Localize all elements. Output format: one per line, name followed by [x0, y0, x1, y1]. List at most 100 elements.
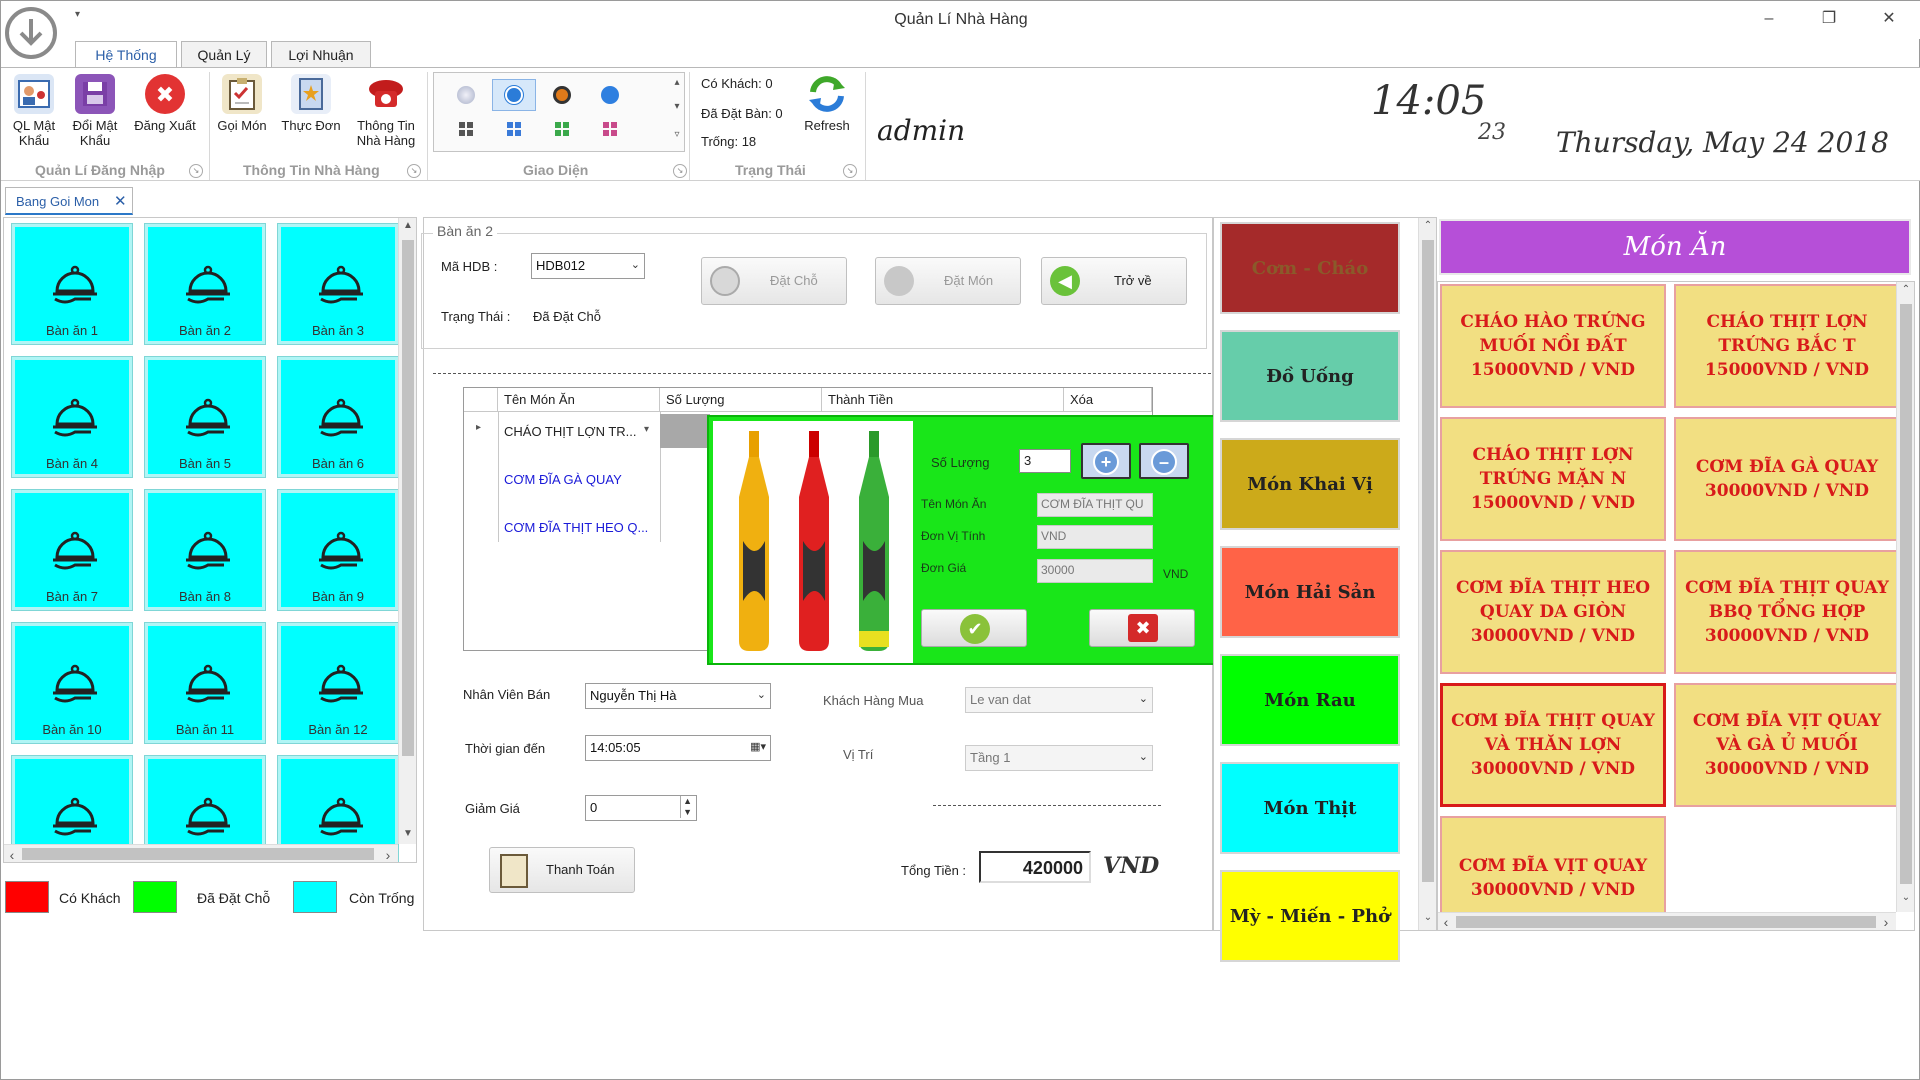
- table-tile[interactable]: Bàn ăn 5: [144, 356, 266, 478]
- group-expand-icon[interactable]: ↘: [843, 164, 857, 178]
- doc-tab-bang-goi-mon[interactable]: Bang Goi Mon ✕: [5, 187, 133, 215]
- scroll-down-icon[interactable]: ⌄: [1421, 912, 1435, 923]
- thong-tin-nha-hang-button[interactable]: Thông Tin Nhà Hàng: [351, 72, 421, 154]
- category-button[interactable]: Mỳ - Miến - Phở: [1220, 870, 1400, 962]
- category-button[interactable]: Món Rau: [1220, 654, 1400, 746]
- scroll-right-icon[interactable]: ›: [382, 847, 394, 862]
- ma-hdb-select[interactable]: HDB012 ⌄: [531, 253, 645, 279]
- so-luong-input[interactable]: 3: [1019, 449, 1071, 473]
- tables-horizontal-scrollbar[interactable]: ‹ ›: [4, 844, 398, 862]
- quick-access-dropdown-icon[interactable]: ▾: [75, 9, 80, 20]
- dish-card[interactable]: CHÁO THỊT LỢN TRỨNG BẮC T 15000VND / VND: [1674, 284, 1900, 408]
- scrollbar-thumb[interactable]: [1456, 916, 1876, 928]
- category-button[interactable]: Món Hải Sản: [1220, 546, 1400, 638]
- thuc-don-button[interactable]: Thực Đơn: [275, 72, 347, 154]
- table-tile[interactable]: Bàn ăn 9: [277, 489, 399, 611]
- column-header-thanh-tien[interactable]: Thành Tiền: [822, 388, 1064, 412]
- category-scrollbar[interactable]: ⌃ ⌄: [1418, 218, 1436, 930]
- theme-option-1[interactable]: [444, 79, 488, 111]
- tab-he-thong[interactable]: Hệ Thống: [75, 41, 177, 69]
- dang-xuat-button[interactable]: ✖ Đăng Xuất: [129, 72, 201, 154]
- scrollbar-thumb[interactable]: [402, 240, 414, 756]
- nhan-vien-select[interactable]: Nguyễn Thị Hà ⌄: [585, 683, 771, 709]
- vi-tri-select[interactable]: Tầng 1 ⌄: [965, 745, 1153, 771]
- tab-quan-ly[interactable]: Quản Lý: [181, 41, 267, 68]
- dish-card[interactable]: CƠM ĐĨA THỊT QUAY VÀ THĂN LỢN 30000VND / V…: [1440, 683, 1666, 807]
- grid-cell-selected[interactable]: [660, 414, 710, 448]
- table-tile[interactable]: Bàn ăn 8: [144, 489, 266, 611]
- category-button[interactable]: Món Khai Vị: [1220, 438, 1400, 530]
- table-tile[interactable]: Bàn ăn 1: [11, 223, 133, 345]
- scroll-down-icon[interactable]: ⌄: [1899, 892, 1913, 903]
- don-vi-field[interactable]: VND: [1037, 525, 1153, 549]
- scrollbar-thumb[interactable]: [22, 848, 374, 860]
- scroll-up-icon[interactable]: ⌃: [1421, 220, 1435, 231]
- grid-cell-name[interactable]: CHÁO THỊT LỢN TR...: [504, 424, 637, 439]
- goi-mon-button[interactable]: Gọi Món: [213, 72, 271, 154]
- table-tile[interactable]: Bàn ăn 11: [144, 622, 266, 744]
- menu-horizontal-scrollbar[interactable]: ‹ ›: [1438, 912, 1896, 930]
- refresh-button[interactable]: Refresh: [797, 72, 857, 154]
- dish-card[interactable]: CƠM ĐĨA VỊT QUAY VÀ GÀ Ủ MUỐI 30000VND / V…: [1674, 683, 1900, 807]
- gallery-scroll-down-icon[interactable]: ▾: [670, 101, 684, 112]
- table-tile[interactable]: Bàn ăn 2: [144, 223, 266, 345]
- dish-card[interactable]: CƠM ĐĨA GÀ QUAY 30000VND / VND: [1674, 417, 1900, 541]
- theme-option-5[interactable]: [444, 113, 488, 145]
- group-expand-icon[interactable]: ↘: [673, 164, 687, 178]
- don-gia-field[interactable]: 30000: [1037, 559, 1153, 583]
- grid-cell-name[interactable]: CƠM ĐĨA GÀ QUAY: [504, 472, 622, 487]
- ten-mon-field[interactable]: CƠM ĐĨA THỊT QU: [1037, 493, 1153, 517]
- menu-vertical-scrollbar[interactable]: ⌃ ⌄: [1896, 282, 1914, 912]
- category-button[interactable]: Đồ Uống: [1220, 330, 1400, 422]
- theme-option-7[interactable]: [540, 113, 584, 145]
- confirm-button[interactable]: ✔: [921, 609, 1027, 647]
- theme-option-4[interactable]: [588, 79, 632, 111]
- scroll-up-icon[interactable]: ⌃: [1899, 284, 1913, 295]
- scroll-up-icon[interactable]: ▲: [401, 220, 415, 231]
- category-button[interactable]: Cơm - Cháo: [1220, 222, 1400, 314]
- table-tile[interactable]: Bàn ăn 4: [11, 356, 133, 478]
- scroll-left-icon[interactable]: ‹: [6, 847, 18, 862]
- tables-vertical-scrollbar[interactable]: ▲ ▼: [398, 218, 416, 844]
- grid-cell-name[interactable]: CƠM ĐĨA THỊT HEO Q...: [504, 520, 648, 535]
- scroll-right-icon[interactable]: ›: [1880, 914, 1892, 930]
- cancel-button[interactable]: ✖: [1089, 609, 1195, 647]
- decrease-quantity-button[interactable]: –: [1139, 443, 1189, 479]
- khach-hang-select[interactable]: Le van dat ⌄: [965, 687, 1153, 713]
- stepper-arrows-icon[interactable]: ▲ ▼: [680, 796, 692, 818]
- tab-loi-nhuan[interactable]: Lợi Nhuận: [271, 41, 371, 68]
- dish-card[interactable]: CƠM ĐĨA THỊT QUAY BBQ TỔNG HỢP 30000VND / …: [1674, 550, 1900, 674]
- tro-ve-button[interactable]: ◀ Trở về: [1041, 257, 1187, 305]
- restore-button[interactable]: ❐: [1809, 5, 1849, 33]
- category-button[interactable]: Món Thịt: [1220, 762, 1400, 854]
- group-expand-icon[interactable]: ↘: [407, 164, 421, 178]
- theme-option-8[interactable]: [588, 113, 632, 145]
- thanh-toan-button[interactable]: Thanh Toán: [489, 847, 635, 893]
- theme-option-6[interactable]: [492, 113, 536, 145]
- doi-mat-khau-button[interactable]: Đổi Mật Khẩu: [65, 72, 125, 154]
- column-header-xoa[interactable]: Xóa: [1064, 388, 1152, 412]
- table-tile[interactable]: Bàn ăn 10: [11, 622, 133, 744]
- table-tile[interactable]: Bàn ăn 3: [277, 223, 399, 345]
- column-header-so-luong[interactable]: Số Lượng: [660, 388, 822, 412]
- thoi-gian-picker[interactable]: 14:05:05 ▦▾: [585, 735, 771, 761]
- close-icon[interactable]: ✕: [114, 192, 127, 210]
- ql-mat-khau-button[interactable]: QL Mật Khẩu: [5, 72, 63, 154]
- dish-card[interactable]: CHÁO HÀO TRỨNG MUỐI NỒI ĐẤT 15000VND / VND: [1440, 284, 1666, 408]
- giam-gia-stepper[interactable]: 0 ▲ ▼: [585, 795, 697, 821]
- dish-card[interactable]: CƠM ĐĨA THỊT HEO QUAY DA GIÒN 30000VND / V…: [1440, 550, 1666, 674]
- scroll-left-icon[interactable]: ‹: [1440, 914, 1452, 930]
- gallery-scroll-up-icon[interactable]: ▴: [670, 77, 684, 88]
- dat-cho-button[interactable]: Đặt Chỗ: [701, 257, 847, 305]
- table-tile[interactable]: Bàn ăn 6: [277, 356, 399, 478]
- dish-card[interactable]: CHÁO THỊT LỢN TRỨNG MẶN N 15000VND / VND: [1440, 417, 1666, 541]
- group-expand-icon[interactable]: ↘: [189, 164, 203, 178]
- column-header-ten-mon[interactable]: Tên Món Ăn: [498, 388, 660, 412]
- gallery-expand-icon[interactable]: ▿: [670, 129, 684, 140]
- table-tile[interactable]: Bàn ăn 12: [277, 622, 399, 744]
- scroll-down-icon[interactable]: ▼: [401, 828, 415, 839]
- app-menu-button[interactable]: [1, 1, 63, 63]
- table-tile[interactable]: Bàn ăn 7: [11, 489, 133, 611]
- theme-option-3[interactable]: [540, 79, 584, 111]
- cell-dropdown-icon[interactable]: ▾: [644, 424, 649, 435]
